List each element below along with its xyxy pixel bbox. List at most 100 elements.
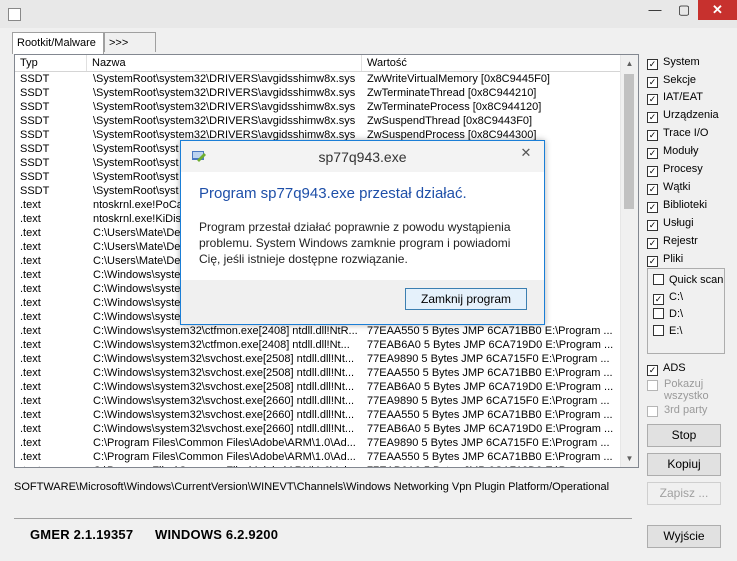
table-row[interactable]: .text C:\Windows\system32\svchost.exe[266…	[15, 394, 623, 408]
cell-typ: .text	[20, 241, 41, 253]
table-row[interactable]: .text C:\Windows\system32\svchost.exe[250…	[15, 380, 623, 394]
option-uslugi[interactable]: ✓ Usługi	[647, 215, 694, 231]
table-row[interactable]: SSDT \SystemRoot\system32\DRIVERS\avgidss…	[15, 86, 623, 100]
tab-rootkit-malware[interactable]: Rootkit/Malware	[12, 32, 104, 54]
cell-wartosc: 77EAA550 5 Bytes JMP 6CA71BB0 E:\Program…	[367, 367, 613, 379]
cell-wartosc: ZwTerminateThread [0x8C944210]	[367, 87, 537, 99]
table-row[interactable]: SSDT \SystemRoot\system32\DRIVERS\avgidss…	[15, 114, 623, 128]
checkbox-checked-icon[interactable]: ✓	[647, 238, 658, 249]
table-row[interactable]: .text C:\Windows\system32\ctfmon.exe[2408…	[15, 324, 623, 338]
scroll-down-icon[interactable]: ▼	[621, 450, 638, 467]
checkbox-checked-icon[interactable]: ✓	[647, 130, 658, 141]
option-drive-e[interactable]: E:\	[653, 323, 682, 339]
checkbox-unchecked-icon[interactable]	[653, 308, 664, 319]
cell-typ: SSDT	[20, 171, 50, 183]
option-watki[interactable]: ✓ Wątki	[647, 179, 691, 195]
checkbox-checked-icon[interactable]: ✓	[653, 294, 664, 305]
cell-wartosc: 77EA9890 5 Bytes JMP 6CA715F0 E:\Program…	[367, 395, 610, 407]
scroll-thumb[interactable]	[624, 74, 634, 209]
table-row[interactable]: .text C:\Windows\system32\svchost.exe[250…	[15, 352, 623, 366]
exit-button[interactable]: Wyjście	[647, 525, 721, 548]
current-path-text: SOFTWARE\Microsoft\Windows\CurrentVersio…	[14, 481, 610, 493]
table-row[interactable]: .textC:\Program Files\Common Files\Adobe…	[15, 450, 623, 464]
cell-wartosc: ZwWriteVirtualMemory [0x8C9445F0]	[367, 73, 550, 85]
cell-typ: .text	[20, 297, 41, 309]
checkbox-unchecked-icon[interactable]	[653, 274, 664, 285]
close-button[interactable]: ✕	[698, 0, 737, 20]
table-row[interactable]: .text C:\Windows\system32\svchost.exe[266…	[15, 408, 623, 422]
scroll-up-icon[interactable]: ▲	[621, 55, 638, 72]
cell-typ: .text	[20, 367, 41, 379]
checkbox-checked-icon[interactable]: ✓	[647, 166, 658, 177]
option-ads[interactable]: ✓ ADS	[647, 360, 686, 376]
version-text: GMER 2.1.19357	[30, 527, 134, 542]
checkbox-checked-icon[interactable]: ✓	[647, 112, 658, 123]
column-header-wartosc[interactable]: Wartość	[362, 55, 623, 71]
checkbox-checked-icon[interactable]: ✓	[647, 365, 658, 376]
table-row[interactable]: .text C:\Windows\system32\ctfmon.exe[2408…	[15, 338, 623, 352]
cell-typ: SSDT	[20, 115, 50, 127]
cell-nazwa: \SystemRoot\system32\DRIVERS\avgidsshimw…	[93, 73, 356, 85]
option-moduly[interactable]: ✓ Moduły	[647, 143, 698, 159]
checkbox-checked-icon[interactable]: ✓	[647, 59, 658, 70]
option-pliki[interactable]: ✓ Pliki	[647, 251, 683, 267]
table-row[interactable]: .text C:\Windows\system32\svchost.exe[266…	[15, 422, 623, 436]
checkbox-checked-icon[interactable]: ✓	[647, 220, 658, 231]
table-row[interactable]: SSDT \SystemRoot\system32\DRIVERS\avgidss…	[15, 100, 623, 114]
option-urzadzenia[interactable]: ✓ Urządzenia	[647, 107, 719, 123]
checkbox-unchecked-icon[interactable]	[653, 325, 664, 336]
table-row[interactable]: .text C:\Windows\system32\svchost.exe[250…	[15, 366, 623, 380]
table-row[interactable]: .textC:\Program Files\Common Files\Adobe…	[15, 464, 623, 467]
tab-strip: Rootkit/Malware >>>	[12, 32, 638, 54]
minimize-button[interactable]: —	[641, 0, 669, 20]
os-version-text: WINDOWS 6.2.9200	[155, 527, 279, 542]
cell-typ: .text	[20, 339, 41, 351]
cell-nazwa: C:\Program Files\Common Files\Adobe\ARM\…	[93, 437, 356, 449]
checkbox-checked-icon[interactable]: ✓	[647, 202, 658, 213]
option-procesy[interactable]: ✓ Procesy	[647, 161, 703, 177]
checkbox-checked-icon[interactable]: ✓	[647, 94, 658, 105]
option-biblioteki[interactable]: ✓ Biblioteki	[647, 197, 707, 213]
cell-typ: .text	[20, 255, 41, 267]
cell-wartosc: ZwTerminateProcess [0x8C944120]	[367, 101, 542, 113]
cell-nazwa: C:\Windows\system32\svchost.exe[2660] nt…	[93, 395, 355, 407]
checkbox-disabled-icon	[647, 380, 658, 391]
checkbox-checked-icon[interactable]: ✓	[647, 184, 658, 195]
cell-typ: .text	[20, 451, 41, 463]
cell-nazwa: C:\Windows\system32\svchost.exe[2508] nt…	[93, 381, 355, 393]
table-row[interactable]: SSDT \SystemRoot\system32\DRIVERS\avgidss…	[15, 72, 623, 86]
column-header-typ[interactable]: Typ	[15, 55, 87, 71]
dialog-close-icon[interactable]: ✕	[511, 141, 541, 165]
cell-typ: SSDT	[20, 73, 50, 85]
column-header-nazwa[interactable]: Nazwa	[87, 55, 362, 71]
option-drive-d[interactable]: D:\	[653, 306, 683, 322]
title-bar: — ▢ ✕	[0, 0, 737, 28]
cell-typ: .text	[20, 227, 41, 239]
cell-typ: .text	[20, 464, 90, 467]
close-program-button[interactable]: Zamknij program	[405, 288, 527, 310]
cell-typ: .text	[20, 283, 41, 295]
stop-button[interactable]: Stop	[647, 424, 721, 447]
cell-nazwa: C:\Windows\system32\svchost.exe[2508] nt…	[93, 353, 355, 365]
option-trace-io[interactable]: ✓ Trace I/O	[647, 125, 708, 141]
cell-typ: SSDT	[20, 129, 50, 141]
cell-typ: SSDT	[20, 157, 50, 169]
checkbox-checked-icon[interactable]: ✓	[647, 256, 658, 267]
checkbox-checked-icon[interactable]: ✓	[647, 148, 658, 159]
checkbox-checked-icon[interactable]: ✓	[647, 77, 658, 88]
option-quick-scan[interactable]: Quick scan	[653, 272, 723, 288]
cell-typ: SSDT	[20, 101, 50, 113]
tab-more[interactable]: >>>	[104, 32, 156, 52]
checkbox-disabled-icon	[647, 406, 658, 417]
maximize-button[interactable]: ▢	[670, 0, 698, 20]
option-system[interactable]: ✓ System	[647, 54, 700, 70]
option-drive-c[interactable]: ✓ C:\	[653, 289, 683, 305]
option-sekcje[interactable]: ✓ Sekcje	[647, 72, 696, 88]
table-row[interactable]: .textC:\Program Files\Common Files\Adobe…	[15, 436, 623, 450]
vertical-scrollbar[interactable]: ▲ ▼	[620, 55, 638, 467]
cell-typ: .text	[20, 353, 41, 365]
option-rejestr[interactable]: ✓ Rejestr	[647, 233, 698, 249]
dialog-title: sp77q943.exe	[318, 149, 407, 165]
option-iat-eat[interactable]: ✓ IAT/EAT	[647, 89, 703, 105]
copy-button[interactable]: Kopiuj	[647, 453, 721, 476]
